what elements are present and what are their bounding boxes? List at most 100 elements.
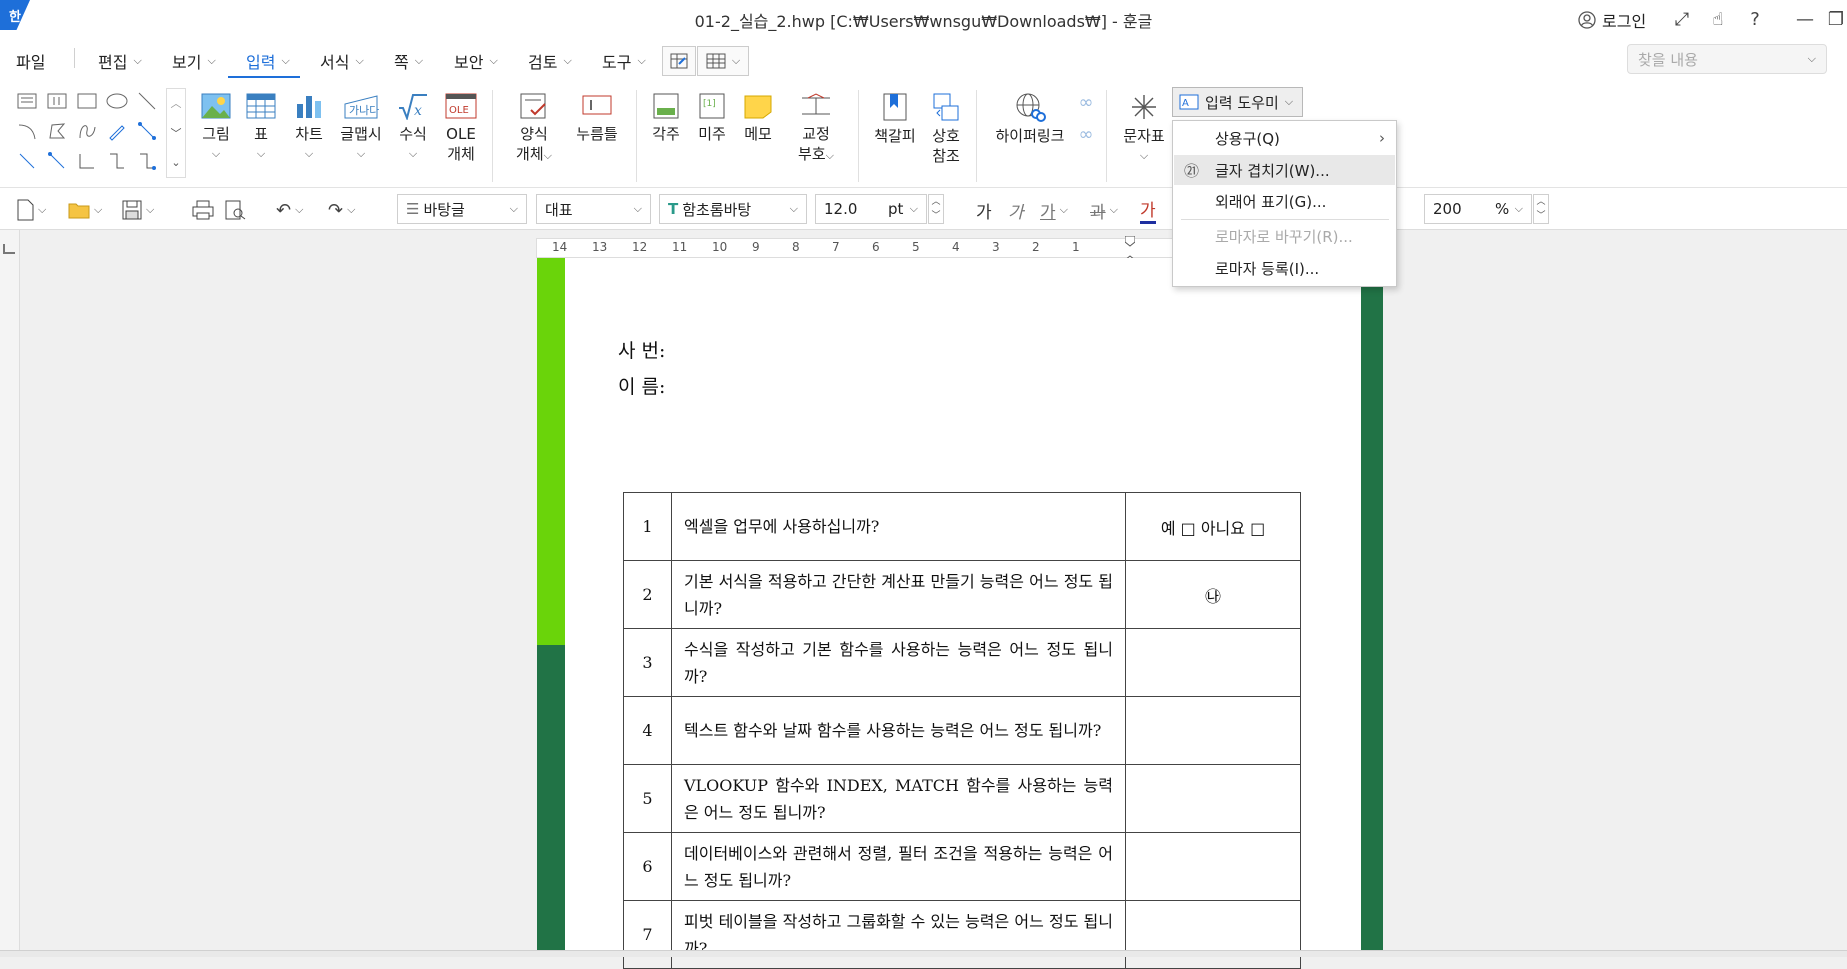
answer-cell[interactable]: ㉯ xyxy=(1125,560,1301,629)
line-icon xyxy=(134,88,160,114)
menu-item-overlap-chars[interactable]: ㉑ 글자 겹치기(W)... xyxy=(1174,155,1395,185)
restore-icon[interactable]: ❐ xyxy=(1825,6,1847,32)
strikethrough-button[interactable]: 과 ⌵ xyxy=(1090,198,1118,223)
table-row[interactable]: 3 수식을 작성하고 기본 함수를 사용하는 능력은 어느 정도 됩니까? xyxy=(623,628,1301,697)
input-helper-button[interactable]: A 입력 도우미 ⌵ xyxy=(1172,87,1303,117)
insert-wordart-button[interactable]: 가나다 글맵시 ⌵ xyxy=(338,92,384,164)
italic-button[interactable]: 가 xyxy=(1008,198,1024,223)
menu-item-romanize-register[interactable]: 로마자 등록(I)... xyxy=(1174,253,1395,283)
vertical-ruler[interactable] xyxy=(0,230,20,957)
save-button[interactable]: ⌵ xyxy=(122,198,154,222)
survey-table[interactable]: 1 엑셀을 업무에 사용하십니까? 예 □ 아니요 □ 2 기본 서식을 적용하고 간단… xyxy=(623,492,1301,969)
table-row[interactable]: 5 VLOOKUP 함수와 INDEX, MATCH 함수를 사용하는 능력은 어… xyxy=(623,764,1301,833)
table-row[interactable]: 4 텍스트 함수와 날짜 함수를 사용하는 능력은 어느 정도 됩니까? xyxy=(623,696,1301,765)
table-row[interactable]: 1 엑셀을 업무에 사용하십니까? 예 □ 아니요 □ xyxy=(623,492,1301,561)
undo-button[interactable]: ↶ ⌵ xyxy=(276,198,303,222)
insert-chart-button[interactable]: 차트 ⌵ xyxy=(291,92,327,164)
insert-picture-button[interactable]: 그림 ⌵ xyxy=(198,92,234,164)
question-cell[interactable]: 피벗 테이블을 작성하고 그룹화할 수 있는 능력은 어느 정도 됩니까? xyxy=(671,900,1126,969)
link-icon[interactable]: ∞ xyxy=(1074,92,1098,116)
font-color-button[interactable]: 가 xyxy=(1140,198,1156,224)
menu-item-boilerplate[interactable]: 상용구(Q) › xyxy=(1174,123,1395,153)
question-cell[interactable]: 엑셀을 업무에 사용하십니까? xyxy=(671,492,1126,561)
redo-button[interactable]: ↷ ⌵ xyxy=(328,198,355,222)
menu-view[interactable]: 보기 ⌵ xyxy=(172,48,216,74)
unlink-icon[interactable]: ∞ xyxy=(1074,124,1098,148)
zoom-input[interactable]: 200 % ⌵ xyxy=(1424,194,1532,224)
menu-file[interactable]: 파일 xyxy=(16,48,45,74)
grid-view-button[interactable]: ⌵ xyxy=(697,46,749,76)
form-object-button[interactable]: 양식 개체⌵ xyxy=(516,92,552,166)
rectangle-icon xyxy=(74,88,100,114)
menu-page[interactable]: 쪽 ⌵ xyxy=(394,48,423,74)
endnote-icon: [1] xyxy=(699,93,725,119)
table-row[interactable]: 6 데이터베이스와 관련해서 정렬, 필터 조건을 적용하는 능력은 어느 정도 … xyxy=(623,832,1301,901)
question-cell[interactable]: 기본 서식을 적용하고 간단한 계산표 만들기 능력은 어느 정도 됩니까? xyxy=(671,560,1126,629)
quick-style-button[interactable] xyxy=(662,46,696,76)
ribbon xyxy=(0,82,1847,188)
elbow-connector-2-icon xyxy=(104,148,130,174)
question-cell[interactable]: 데이터베이스와 관련해서 정렬, 필터 조건을 적용하는 능력은 어느 정도 됩… xyxy=(671,832,1126,901)
bold-button[interactable]: 가 xyxy=(976,198,992,223)
hyperlink-button[interactable]: 하이퍼링크 xyxy=(990,92,1070,146)
menu-review[interactable]: 검토 ⌵ xyxy=(528,48,572,74)
chevron-down-icon: ⌵ xyxy=(281,54,290,67)
answer-cell[interactable] xyxy=(1125,832,1301,901)
insert-formula-button[interactable]: x 수식 ⌵ xyxy=(395,92,431,164)
question-cell[interactable]: 텍스트 함수와 날짜 함수를 사용하는 능력은 어느 정도 됩니까? xyxy=(671,696,1126,765)
answer-cell[interactable] xyxy=(1125,628,1301,697)
menu-security[interactable]: 보안 ⌵ xyxy=(454,48,498,74)
fullscreen-icon[interactable]: ⤢ xyxy=(1667,6,1697,32)
print-preview-button[interactable] xyxy=(224,198,246,222)
paragraph-style-select[interactable]: ☰ 바탕글 ⌵ xyxy=(397,194,527,224)
symbol-button[interactable]: 문자표 ⌵ xyxy=(1120,92,1168,166)
memo-button[interactable]: 메모 xyxy=(740,92,776,144)
font-select[interactable]: T 함초롬바탕 ⌵ xyxy=(659,194,807,224)
menu-edit[interactable]: 편집 ⌵ xyxy=(98,48,142,74)
name-field: 이 름: xyxy=(618,376,666,398)
menu-format[interactable]: 서식 ⌵ xyxy=(320,48,364,74)
zoom-stepper[interactable]: ︿ ﹀ xyxy=(1533,194,1549,224)
answer-cell[interactable]: 예 □ 아니요 □ xyxy=(1125,492,1301,561)
answer-cell[interactable] xyxy=(1125,696,1301,765)
answer-cell[interactable] xyxy=(1125,764,1301,833)
question-cell[interactable]: 수식을 작성하고 기본 함수를 사용하는 능력은 어느 정도 됩니까? xyxy=(671,628,1126,697)
menu-item-loanword[interactable]: 외래어 표기(G)... xyxy=(1174,186,1395,216)
question-cell[interactable]: VLOOKUP 함수와 INDEX, MATCH 함수를 사용하는 능력은 어느… xyxy=(671,764,1126,833)
open-document-button[interactable]: ⌵ xyxy=(68,198,102,222)
language-select[interactable]: 대표 ⌵ xyxy=(536,194,651,224)
insert-ole-button[interactable]: OLE OLE 개체 xyxy=(443,92,479,164)
endnote-button[interactable]: [1] 미주 xyxy=(694,92,730,144)
shape-gallery[interactable] xyxy=(14,88,164,180)
touch-hand-icon[interactable]: ☝ xyxy=(1703,6,1733,32)
bookmark-button[interactable]: 책갈피 xyxy=(872,92,918,146)
symbol-star-icon xyxy=(1132,95,1156,119)
underline-button[interactable]: 가 ⌵ xyxy=(1040,198,1068,223)
help-icon[interactable]: ? xyxy=(1740,6,1770,32)
table-row[interactable]: 7 피벗 테이블을 작성하고 그룹화할 수 있는 능력은 어느 정도 됩니까? xyxy=(623,900,1301,969)
footnote-icon xyxy=(653,93,679,119)
menu-insert[interactable]: 입력 ⌵ xyxy=(246,48,290,74)
shape-gallery-scroll[interactable]: ︿ ﹀ ⌄ xyxy=(166,88,186,178)
menu-tools[interactable]: 도구 ⌵ xyxy=(602,48,646,74)
ellipse-icon xyxy=(104,88,130,114)
save-icon xyxy=(122,200,142,220)
cross-reference-button[interactable]: 상호 참조 xyxy=(928,92,964,166)
chevron-down-icon: ⌵ xyxy=(133,54,142,67)
insert-table-button[interactable]: 표 ⌵ xyxy=(246,92,276,164)
find-input[interactable]: 찾을 내용 ⌵ xyxy=(1627,44,1827,74)
push-field-button[interactable]: 누름틀 xyxy=(574,92,620,144)
print-button[interactable] xyxy=(192,198,214,222)
new-document-button[interactable]: ⌵ xyxy=(16,198,46,222)
font-size-stepper[interactable]: ︿ ﹀ xyxy=(928,194,944,224)
font-size-input[interactable]: 12.0 pt ⌵ xyxy=(815,194,927,224)
login-button[interactable]: 로그인 xyxy=(1578,8,1646,32)
polygon-icon xyxy=(44,118,70,144)
table-row[interactable]: 2 기본 서식을 적용하고 간단한 계산표 만들기 능력은 어느 정도 됩니까? ㉯ xyxy=(623,560,1301,629)
answer-cell[interactable] xyxy=(1125,900,1301,969)
proofreading-mark-button[interactable]: 교정 부호⌵ xyxy=(796,92,836,166)
footnote-button[interactable]: 각주 xyxy=(648,92,684,144)
table-style-icon xyxy=(670,53,688,69)
ruler-corner-icon[interactable] xyxy=(3,244,15,254)
minimize-icon[interactable]: — xyxy=(1790,6,1820,32)
